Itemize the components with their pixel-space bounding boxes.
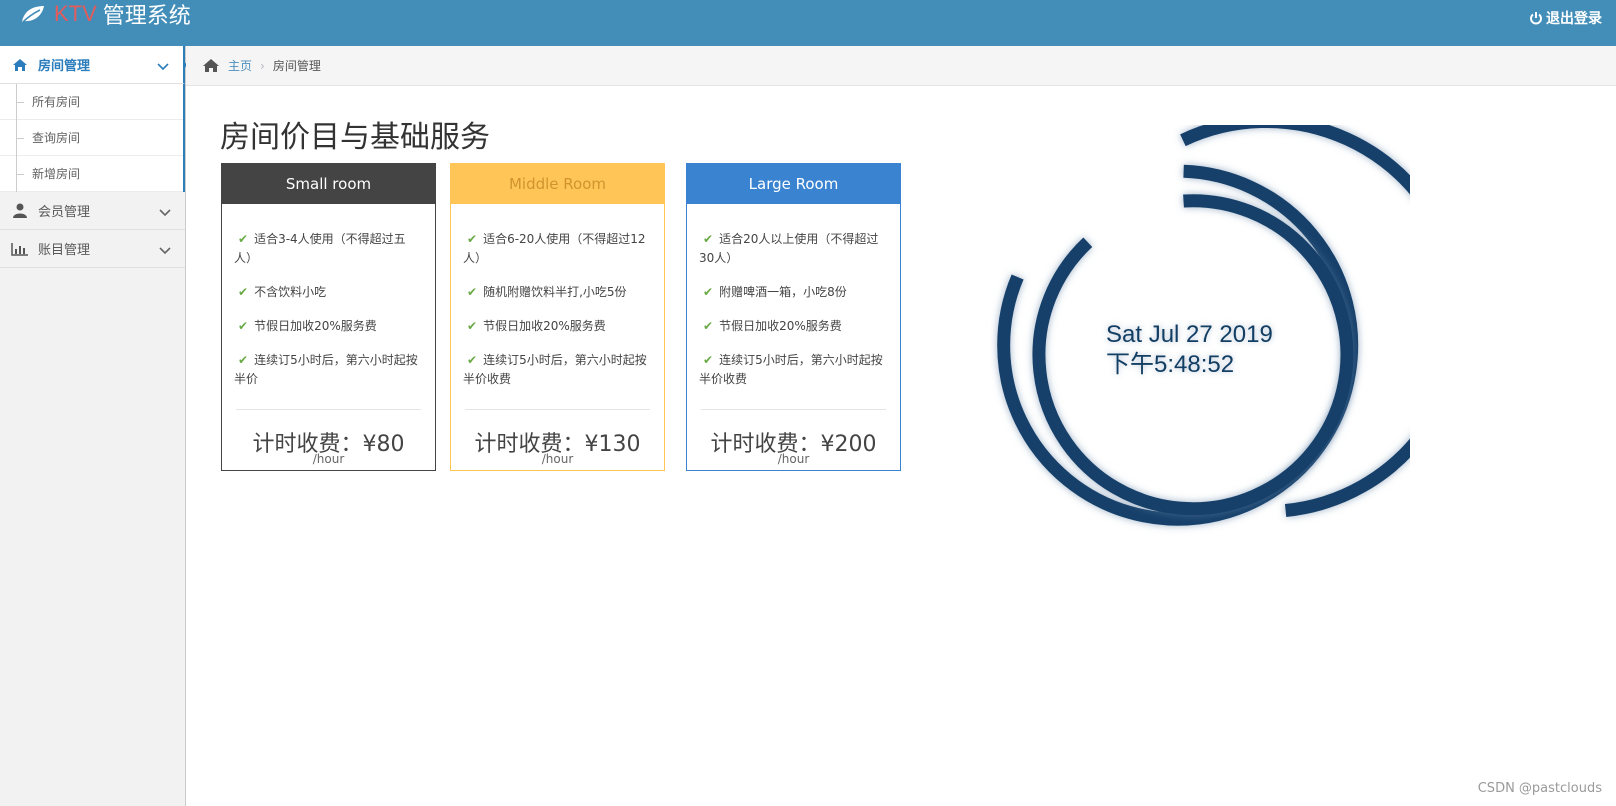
feature-item: ✔ 节假日加收20%服务费 (463, 317, 652, 336)
breadcrumb-separator: › (260, 58, 265, 73)
bar-chart-icon (10, 242, 30, 256)
check-icon: ✔ (703, 232, 714, 246)
feature-text: 适合6-20人使用（不得超过12人） (463, 232, 646, 265)
pricing-card-large: Large Room ✔ 适合20人以上使用（不得超过30人） ✔ 附赠啤酒一箱，小… (686, 163, 901, 471)
brand-ktv: KTV (54, 1, 97, 26)
card-header: Large Room (687, 164, 900, 204)
home-icon (10, 58, 30, 72)
feature-item: ✔ 附赠啤酒一箱，小吃8份 (699, 283, 888, 302)
sidebar-item-label: 账目管理 (38, 243, 91, 258)
subitem-label: 查询房间 (32, 131, 81, 145)
feature-text: 适合20人以上使用（不得超过30人） (699, 232, 879, 265)
card-header: Middle Room (451, 164, 664, 204)
user-icon (10, 203, 30, 218)
card-divider (701, 409, 886, 410)
feature-text: 节假日加收20%服务费 (483, 319, 606, 333)
feature-item: ✔ 随机附赠饮料半打,小吃5份 (463, 283, 652, 302)
sidebar-item-member-management[interactable]: 会员管理 (0, 192, 185, 230)
check-icon: ✔ (703, 319, 714, 333)
feature-list: ✔ 适合20人以上使用（不得超过30人） ✔ 附赠啤酒一箱，小吃8份 ✔ 节假日加收2… (687, 204, 900, 389)
price-unit: /hour (312, 452, 345, 466)
check-icon: ✔ (238, 285, 249, 299)
sidebar-item-room-management[interactable]: 房间管理 (0, 46, 192, 84)
feature-list: ✔ 适合6-20人使用（不得超过12人） ✔ 随机附赠饮料半打,小吃5份 ✔ 节假日加… (451, 204, 664, 389)
feature-text: 节假日加收20%服务费 (719, 319, 842, 333)
logout-button[interactable]: 退出登录 (1529, 8, 1602, 28)
sidebar-item-label: 会员管理 (38, 205, 91, 220)
breadcrumb: 主页 › 房间管理 (186, 46, 1616, 86)
breadcrumb-home-link[interactable]: 主页 (228, 57, 252, 74)
check-icon: ✔ (703, 285, 714, 299)
feature-item: ✔ 不含饮料小吃 (234, 283, 423, 302)
breadcrumb-current: 房间管理 (272, 59, 321, 73)
clock-readout: Sat Jul 27 2019 下午5:48:52 (1106, 320, 1273, 380)
feature-text: 节假日加收20%服务费 (254, 319, 377, 333)
submenu-room-management: 所有房间 查询房间 新增房间 (0, 84, 185, 192)
top-navbar: KTV 管理系统 退出登录 (0, 0, 1616, 46)
pricing-card-small: Small room ✔ 适合3-4人使用（不得超过五人） ✔ 不含饮料小吃 ✔ 节假… (221, 163, 436, 471)
brand[interactable]: KTV 管理系统 (20, 0, 191, 29)
chevron-down-icon (157, 60, 169, 75)
feature-item: ✔ 节假日加收20%服务费 (699, 317, 888, 336)
feature-text: 连续订5小时后，第六小时起按半价收费 (699, 353, 883, 386)
check-icon: ✔ (238, 232, 249, 246)
check-icon: ✔ (238, 319, 249, 333)
chevron-down-icon (159, 244, 171, 259)
check-icon: ✔ (467, 319, 478, 333)
feature-item: ✔ 适合6-20人使用（不得超过12人） (463, 230, 652, 268)
logout-label: 退出登录 (1546, 11, 1602, 27)
feature-item: ✔ 连续订5小时后，第六小时起按半价 (234, 351, 423, 389)
feature-item: ✔ 适合20人以上使用（不得超过30人） (699, 230, 888, 268)
clock-time: 下午5:48:52 (1106, 351, 1235, 378)
feature-text: 适合3-4人使用（不得超过五人） (234, 232, 406, 265)
price-unit: /hour (777, 452, 810, 466)
sidebar-item-account-management[interactable]: 账目管理 (0, 230, 185, 268)
subitem-label: 所有房间 (32, 95, 81, 109)
check-icon: ✔ (467, 285, 478, 299)
feature-text: 连续订5小时后，第六小时起按半价 (234, 353, 418, 386)
leaf-icon (22, 6, 44, 23)
sidebar-subitem-search-rooms[interactable]: 查询房间 (0, 120, 183, 156)
feature-text: 连续订5小时后，第六小时起按半价收费 (463, 353, 647, 386)
card-divider (465, 409, 650, 410)
home-icon[interactable] (202, 58, 220, 73)
check-icon: ✔ (467, 353, 478, 367)
feature-text: 随机附赠饮料半打,小吃5份 (483, 285, 627, 299)
check-icon: ✔ (238, 353, 249, 367)
check-icon: ✔ (467, 232, 478, 246)
feature-item: ✔ 连续订5小时后，第六小时起按半价收费 (699, 351, 888, 389)
sidebar: 房间管理 所有房间 查询房间 新增房间 会员管理 账目管理 (0, 46, 192, 806)
sidebar-item-label: 房间管理 (38, 59, 91, 74)
watermark: CSDN @pastclouds (1477, 781, 1602, 796)
price-unit: /hour (541, 452, 574, 466)
card-header: Small room (222, 164, 435, 204)
check-icon: ✔ (703, 353, 714, 367)
feature-item: ✔ 适合3-4人使用（不得超过五人） (234, 230, 423, 268)
brand-title: 管理系统 (102, 4, 191, 29)
feature-item: ✔ 节假日加收20%服务费 (234, 317, 423, 336)
subitem-label: 新增房间 (32, 167, 81, 181)
sidebar-subitem-all-rooms[interactable]: 所有房间 (0, 84, 183, 120)
pricing-card-middle: Middle Room ✔ 适合6-20人使用（不得超过12人） ✔ 随机附赠饮料半… (450, 163, 665, 471)
power-icon (1530, 12, 1542, 25)
feature-text: 附赠啤酒一箱，小吃8份 (719, 285, 847, 299)
clock-date: Sat Jul 27 2019 (1106, 321, 1273, 348)
feature-text: 不含饮料小吃 (254, 285, 327, 299)
feature-item: ✔ 连续订5小时后，第六小时起按半价收费 (463, 351, 652, 389)
page-title: 房间价目与基础服务 (220, 120, 490, 155)
card-divider (236, 409, 421, 410)
chevron-down-icon (159, 206, 171, 221)
sidebar-subitem-add-room[interactable]: 新增房间 (0, 156, 183, 192)
feature-list: ✔ 适合3-4人使用（不得超过五人） ✔ 不含饮料小吃 ✔ 节假日加收20%服务费 ✔… (222, 204, 435, 389)
clock-ring-outer (1180, 125, 1410, 517)
